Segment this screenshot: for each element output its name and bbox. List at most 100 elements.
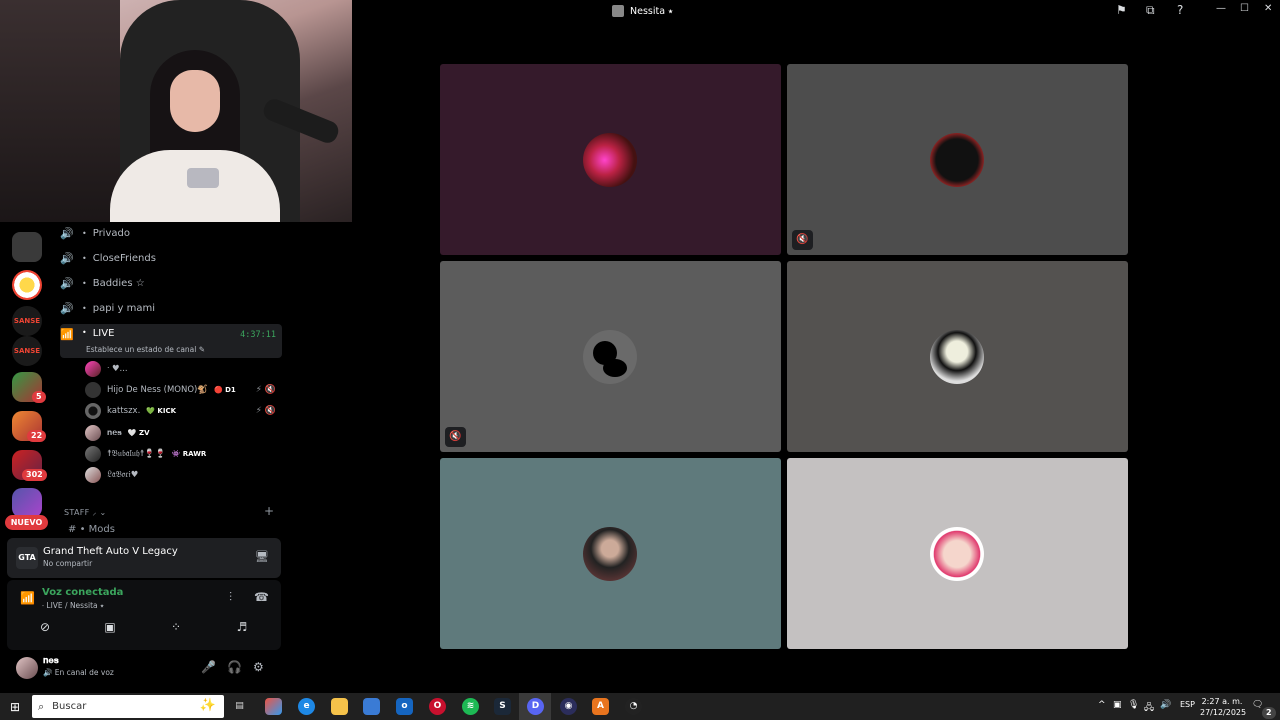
clock[interactable]: 2:27 a. m. 27/12/2025 [1200, 696, 1246, 718]
store-icon[interactable] [363, 698, 380, 715]
avatar [85, 382, 101, 398]
add-channel-icon[interactable]: + [264, 504, 274, 518]
noise-suppression-icon[interactable]: ⫶ [229, 590, 232, 605]
member-name: kattszx. [107, 406, 141, 416]
activities-icon[interactable]: ⁘ [168, 620, 184, 636]
close-button[interactable]: ✕ [1264, 3, 1272, 14]
voice-status[interactable]: Voz conectada [42, 587, 123, 598]
search-icon: ⌕ [38, 699, 45, 713]
tray-chevron-icon[interactable]: ^ [1098, 700, 1106, 710]
voice-member[interactable]: Hijo De Ness (MONO)🐒 🔴 D1 ⚡ 🔇 [85, 381, 280, 399]
set-channel-status[interactable]: Establece un estado de canal ✎ [86, 345, 205, 354]
deafen-mute-icon: ⚡ 🔇 [255, 385, 276, 395]
voice-channel-privado[interactable]: 🔊 • Privado [60, 222, 282, 244]
notification-count: 2 [1262, 707, 1276, 719]
user-name[interactable]: 𝐧𝐞𝐬 [43, 656, 59, 666]
outlook-icon[interactable]: o [396, 698, 413, 715]
server-icon-sanse[interactable]: SANSE [12, 336, 42, 366]
voice-channel-baddies[interactable]: 🔊 • Baddies ☆ [60, 272, 282, 294]
gear-icon[interactable]: ⚙ [253, 660, 264, 674]
task-view-icon[interactable]: ▤ [231, 698, 248, 715]
server-rail: SANSE SANSE 5 22 302 [0, 222, 52, 540]
stream-game-icon[interactable]: 🖥 [255, 550, 269, 564]
sparkle-icon: ✨ [199, 698, 216, 713]
soundboard-icon[interactable]: ♬ [234, 620, 250, 636]
tray-app-icon[interactable]: ▣ [1113, 700, 1122, 710]
app-icon-a[interactable]: A [592, 698, 609, 715]
avatar [85, 403, 101, 419]
voice-location[interactable]: ⸱ LIVE / Nessita ⭑ [42, 601, 104, 611]
text-channel-mods[interactable]: # • Mods [68, 524, 115, 535]
camera-off-icon[interactable]: ⊘ [37, 620, 53, 636]
server-icon-home[interactable] [12, 232, 42, 262]
discord-icon[interactable]: D [527, 698, 544, 715]
tray-volume-icon[interactable]: 🔊 [1160, 700, 1171, 710]
channel-name: Privado [92, 227, 130, 239]
voice-member[interactable]: ᐧ ♥︎... [85, 360, 280, 378]
webcam-overlay [0, 0, 352, 222]
avatar [85, 467, 101, 483]
file-explorer-icon[interactable] [331, 698, 348, 715]
app-icon-gauge[interactable]: ◔ [625, 698, 642, 715]
voice-member[interactable]: ☨𝔅𝔲𝔟𝔞𝔩𝔲𝔥☨🍷🍷 👾 RAWR [85, 445, 280, 463]
channel-bullet: • [82, 278, 87, 288]
avatar [930, 527, 984, 581]
channel-bullet: • [82, 253, 87, 263]
disconnect-icon[interactable]: ☎ [254, 590, 269, 604]
microphone-icon[interactable]: 🎤 [201, 660, 216, 674]
tray-mic-icon[interactable]: 🎙 [1128, 700, 1139, 710]
voice-channel-closefriends[interactable]: 🔊 • CloseFriends [60, 247, 282, 269]
tray-network-icon[interactable]: 🖧 [1144, 700, 1154, 716]
share-state: No compartir [43, 559, 93, 568]
video-tile[interactable]: 🔇 [787, 64, 1128, 255]
search-bar[interactable]: ⌕ Buscar ✨ [32, 695, 224, 718]
speaker-icon: 🔊 [60, 276, 74, 290]
server-badge: 5 [32, 391, 46, 403]
video-tile[interactable]: 🔇 [440, 261, 781, 452]
video-tile[interactable] [440, 458, 781, 649]
channel-bullet: • [82, 228, 87, 238]
video-tile[interactable] [787, 458, 1128, 649]
avatar [85, 425, 101, 441]
live-timer: 4:37:11 [240, 330, 276, 340]
member-name: ☨𝔅𝔲𝔟𝔞𝔩𝔲𝔥☨🍷🍷 [107, 449, 166, 459]
minimize-button[interactable]: — [1216, 3, 1226, 14]
avatar[interactable] [16, 657, 38, 679]
video-tile[interactable] [440, 64, 781, 255]
edge-icon[interactable]: e [298, 698, 315, 715]
server-icon-sanse-realstate[interactable]: SANSE [12, 306, 42, 336]
screen-share-icon[interactable]: ▣ [102, 620, 118, 636]
app-icon[interactable]: ◉ [560, 698, 577, 715]
pop-out-icon[interactable]: ⧉ [1146, 3, 1155, 18]
search-placeholder: Buscar [52, 701, 87, 712]
member-tag: 💚 KICK [146, 407, 177, 415]
video-tile[interactable] [787, 261, 1128, 452]
copilot-icon[interactable] [265, 698, 282, 715]
voice-channel-live[interactable]: 📶 • LIVE 4:37:11 Establece un estado de c… [60, 324, 282, 358]
flag-icon[interactable]: ⚑ [1116, 3, 1127, 17]
taskbar: ⊞ ⌕ Buscar ✨ ▤ e o O ≋ S D ◉ A ◔ ^ ▣ 🎙 🖧… [0, 693, 1280, 720]
avatar [583, 133, 637, 187]
webcam-person [95, 40, 295, 222]
maximize-button[interactable]: ☐ [1240, 3, 1249, 14]
steam-icon[interactable]: S [494, 698, 511, 715]
deafen-mute-icon: ⚡ 🔇 [255, 406, 276, 416]
tray-language[interactable]: ESP [1180, 700, 1195, 709]
voice-member[interactable]: 𝐧𝐞𝐬 🤍 ZV [85, 424, 280, 442]
server-icon-flower[interactable] [12, 270, 42, 300]
spotify-icon[interactable]: ≋ [462, 698, 479, 715]
opera-icon[interactable]: O [429, 698, 446, 715]
windows-start-icon[interactable]: ⊞ [10, 700, 20, 714]
voice-member[interactable]: 𝔏𝔞𝔅𝔬𝔯𝔦♥︎ [85, 466, 280, 484]
category-staff[interactable]: STAFF ⸝ ⌄ [64, 507, 107, 518]
help-icon[interactable]: ? [1177, 3, 1183, 17]
voice-member[interactable]: kattszx. 💚 KICK ⚡ 🔇 [85, 402, 280, 420]
notifications-icon[interactable]: 🗨 [1252, 700, 1263, 710]
headphones-icon[interactable]: 🎧 [227, 660, 242, 674]
avatar [930, 133, 984, 187]
server-folder-purple[interactable] [12, 488, 42, 518]
avatar [583, 527, 637, 581]
avatar [930, 330, 984, 384]
voice-channel-papi-y-mami[interactable]: 🔊 • papi y mami [60, 297, 282, 319]
webcam-phone [187, 168, 219, 188]
